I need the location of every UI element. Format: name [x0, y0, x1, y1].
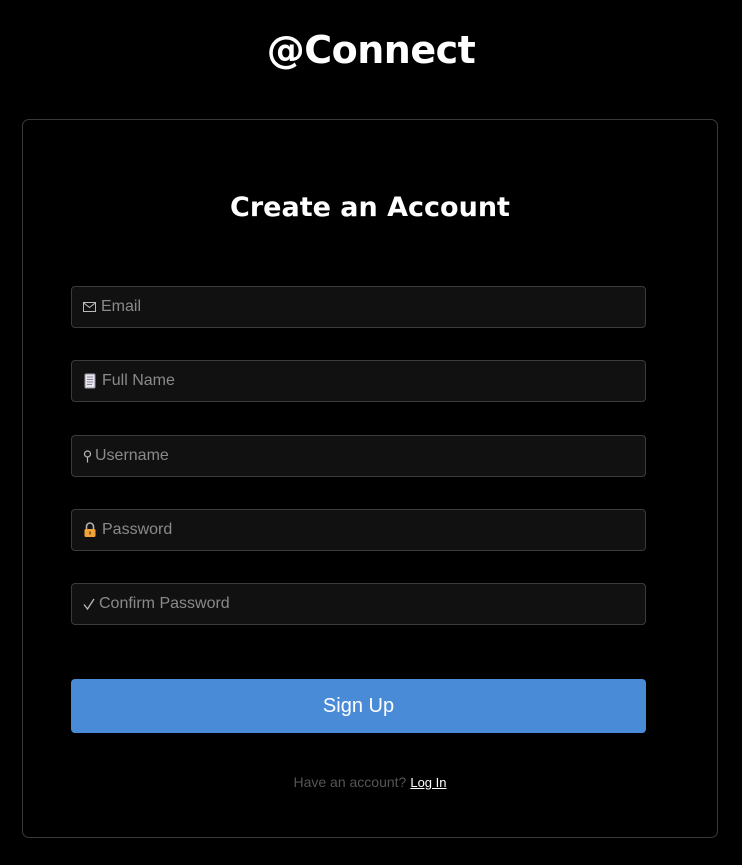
- full-name-field[interactable]: [71, 360, 646, 402]
- form-heading: Create an Account: [230, 192, 510, 223]
- password-field[interactable]: [71, 509, 646, 551]
- confirm-password-input[interactable]: [99, 584, 645, 624]
- password-input[interactable]: [102, 510, 645, 550]
- sign-up-button[interactable]: Sign Up: [71, 679, 646, 733]
- checkmark-icon: [83, 598, 95, 610]
- app-title: @Connect: [266, 28, 476, 72]
- full-name-input[interactable]: [102, 361, 645, 401]
- mail-icon: [83, 302, 96, 312]
- email-field[interactable]: [71, 286, 646, 328]
- confirm-password-field[interactable]: [71, 583, 646, 625]
- lock-icon: [83, 522, 97, 538]
- signup-card: Create an Account Email Full Name Userna…: [22, 119, 718, 838]
- scroll-icon: [83, 373, 97, 389]
- pin-icon: [83, 449, 92, 463]
- username-input[interactable]: [95, 436, 645, 476]
- username-field[interactable]: [71, 435, 646, 477]
- log-in-link[interactable]: Log In: [410, 775, 446, 790]
- login-prompt: Have an account? Log In: [23, 773, 717, 792]
- email-input[interactable]: [101, 287, 645, 327]
- login-prompt-text: Have an account?: [293, 774, 407, 790]
